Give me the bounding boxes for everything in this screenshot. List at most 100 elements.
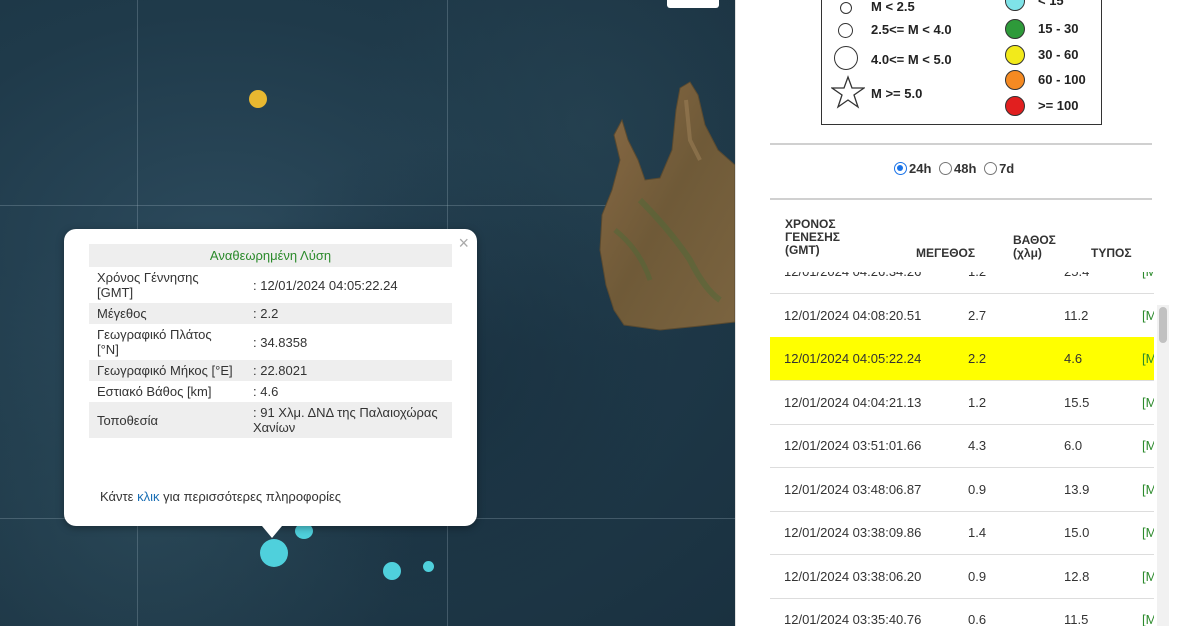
event-time: 12/01/2024 04:08:20.51 — [784, 307, 922, 323]
depth-color-swatch — [1005, 45, 1025, 65]
star-icon — [831, 75, 865, 109]
column-header-magnitude[interactable]: ΜΕΓΕΘΟΣ — [916, 247, 975, 260]
event-magnitude: 0.9 — [968, 568, 987, 584]
event-time: 12/01/2024 03:38:06.20 — [784, 568, 922, 584]
detail-label: Χρόνος Γέννησης [GMT] — [97, 270, 199, 300]
detail-value: : 4.6 — [253, 384, 279, 399]
earthquake-info-popup: × Αναθεωρημένη Λύση Χρόνος Γέννησης [GMT… — [64, 229, 477, 538]
earthquake-marker[interactable] — [249, 90, 267, 108]
column-header-time[interactable]: ΧΡΟΝΟΣ ΓΕΝΕΣΗΣ (GMT) — [785, 218, 840, 257]
table-row[interactable]: 12/01/2024 03:38:06.20 0.9 12.8 [M — [770, 555, 1154, 599]
event-time: 12/01/2024 03:51:01.66 — [784, 438, 922, 453]
event-magnitude: 1.2 — [968, 272, 986, 279]
depth-color-swatch — [1005, 0, 1025, 11]
table-row[interactable]: 12/01/2024 03:48:06.87 0.9 13.9 [M — [770, 468, 1154, 512]
event-depth: 13.9 — [1064, 481, 1090, 497]
legend-magnitude-label: M >= 5.0 — [871, 86, 923, 101]
more-info-link[interactable]: κλικ — [137, 489, 159, 504]
radio-label: 7d — [999, 161, 1015, 177]
event-depth: 15.5 — [1064, 394, 1090, 410]
table-row[interactable]: 12/01/2024 03:51:01.66 4.3 6.0 [M — [770, 424, 1154, 468]
depth-color-swatch — [1005, 70, 1025, 90]
legend-depth-label: < 15 — [1038, 0, 1064, 8]
medium-circle-icon — [838, 23, 853, 38]
earthquake-marker-selected[interactable] — [260, 539, 288, 567]
depth-color-swatch — [1005, 19, 1025, 39]
earthquake-list-panel: M < 2.5 2.5<= M < 4.0 4.0<= M < 5.0 M >=… — [736, 0, 1200, 626]
event-type-link[interactable]: [M — [1142, 272, 1154, 279]
event-type-link[interactable]: [M — [1142, 438, 1154, 453]
event-depth: 12.8 — [1064, 568, 1090, 584]
event-time: 12/01/2024 03:38:09.86 — [784, 525, 922, 540]
table-row[interactable]: 12/01/2024 04:04:21.13 1.2 15.5 [M — [770, 381, 1154, 425]
detail-label: Γεωγραφικό Μήκος [°E] — [89, 360, 245, 381]
detail-value: : 2.2 — [245, 303, 452, 324]
earthquake-table-body: 12/01/2024 04:26:34.261.225.4[M12/01/202… — [770, 272, 1154, 626]
event-magnitude: 0.9 — [968, 481, 987, 497]
earthquake-marker[interactable] — [423, 561, 434, 572]
radio-48h[interactable] — [939, 162, 953, 176]
table-row[interactable]: 12/01/2024 03:38:09.86 1.4 15.0 [M — [770, 511, 1154, 555]
event-type-link[interactable]: [M — [1142, 395, 1154, 410]
event-magnitude: 4.3 — [968, 438, 987, 453]
radio-7d[interactable] — [984, 162, 998, 176]
event-time: 12/01/2024 04:05:22.24 — [784, 351, 922, 366]
scrollbar[interactable] — [1157, 305, 1169, 626]
event-depth: 6.0 — [1064, 438, 1083, 453]
earthquake-marker[interactable] — [383, 562, 401, 580]
event-depth: 15.0 — [1064, 525, 1090, 540]
detail-value: : 22.8021 — [245, 360, 452, 381]
map-legend: M < 2.5 2.5<= M < 4.0 4.0<= M < 5.0 M >=… — [821, 0, 1102, 125]
close-icon[interactable]: × — [458, 233, 469, 254]
event-type-link[interactable]: [M — [1142, 308, 1154, 323]
event-magnitude: 1.4 — [968, 525, 987, 540]
table-row[interactable]: 12/01/2024 03:35:40.76 0.6 11.5 [M — [770, 598, 1154, 626]
event-depth: 25.4 — [1064, 272, 1089, 279]
event-type-link[interactable]: [M — [1142, 351, 1154, 366]
detail-label: Μέγεθος — [89, 303, 245, 324]
header-line: (χλμ) — [1013, 246, 1042, 260]
event-time: 12/01/2024 04:26:34.26 — [784, 272, 921, 279]
event-magnitude: 0.6 — [968, 612, 987, 626]
column-header-depth[interactable]: ΒΑΘΟΣ (χλμ) — [1013, 234, 1056, 260]
detail-value: : 91 Χλμ. ΔΝΔ της Παλαιοχώρας Χανίων — [245, 402, 452, 438]
footer-text: για περισσότερες πληροφορίες — [159, 489, 342, 504]
legend-depth-label: 30 - 60 — [1038, 47, 1079, 62]
time-range-filter: 24h 48h 7d — [894, 160, 1014, 176]
radio-24h[interactable] — [894, 162, 907, 176]
event-magnitude: 2.7 — [968, 307, 987, 323]
table-row[interactable]: 12/01/2024 04:08:20.51 2.7 11.2 [M — [770, 294, 1154, 338]
table-row[interactable]: 12/01/2024 04:26:34.26 1.2 25.4 [M — [770, 272, 1154, 294]
event-magnitude: 1.2 — [968, 394, 987, 410]
radio-label: 48h — [954, 161, 977, 177]
event-depth: 4.6 — [1064, 351, 1083, 366]
large-circle-icon — [834, 46, 858, 70]
table-row[interactable]: 12/01/2024 04:05:22.24 2.2 4.6 [M — [770, 337, 1154, 381]
legend-magnitude-label: 2.5<= M < 4.0 — [871, 22, 952, 37]
map-control-button[interactable] — [667, 0, 719, 8]
event-type-link[interactable]: [M — [1142, 612, 1154, 626]
depth-color-swatch — [1005, 96, 1025, 116]
event-depth: 11.2 — [1064, 307, 1089, 323]
divider — [770, 198, 1152, 200]
popup-title: Αναθεωρημένη Λύση — [89, 244, 452, 267]
small-circle-icon — [840, 2, 852, 14]
event-depth: 11.5 — [1064, 612, 1089, 626]
footer-text: Κάντε — [100, 489, 138, 504]
radio-label: 24h — [909, 161, 932, 177]
legend-magnitude-label: 4.0<= M < 5.0 — [871, 52, 952, 67]
event-time: 12/01/2024 03:35:40.76 — [784, 612, 922, 626]
event-time: 12/01/2024 03:48:06.87 — [784, 481, 922, 497]
event-type-link[interactable]: [M — [1142, 569, 1154, 584]
seismic-map[interactable]: × Αναθεωρημένη Λύση Χρόνος Γέννησης [GMT… — [0, 0, 735, 626]
event-type-link[interactable]: [M — [1142, 525, 1154, 540]
detail-label: Εστιακό Βάθος [km] — [97, 384, 212, 399]
legend-depth-label: 60 - 100 — [1038, 72, 1086, 87]
column-header-type[interactable]: ΤΥΠΟΣ — [1091, 247, 1132, 260]
event-time: 12/01/2024 04:04:21.13 — [784, 394, 922, 410]
scrollbar-thumb[interactable] — [1159, 307, 1167, 343]
detail-label: Τοποθεσία — [89, 402, 245, 438]
event-magnitude: 2.2 — [968, 351, 987, 366]
event-type-link[interactable]: [M — [1142, 482, 1154, 497]
divider — [770, 143, 1152, 145]
